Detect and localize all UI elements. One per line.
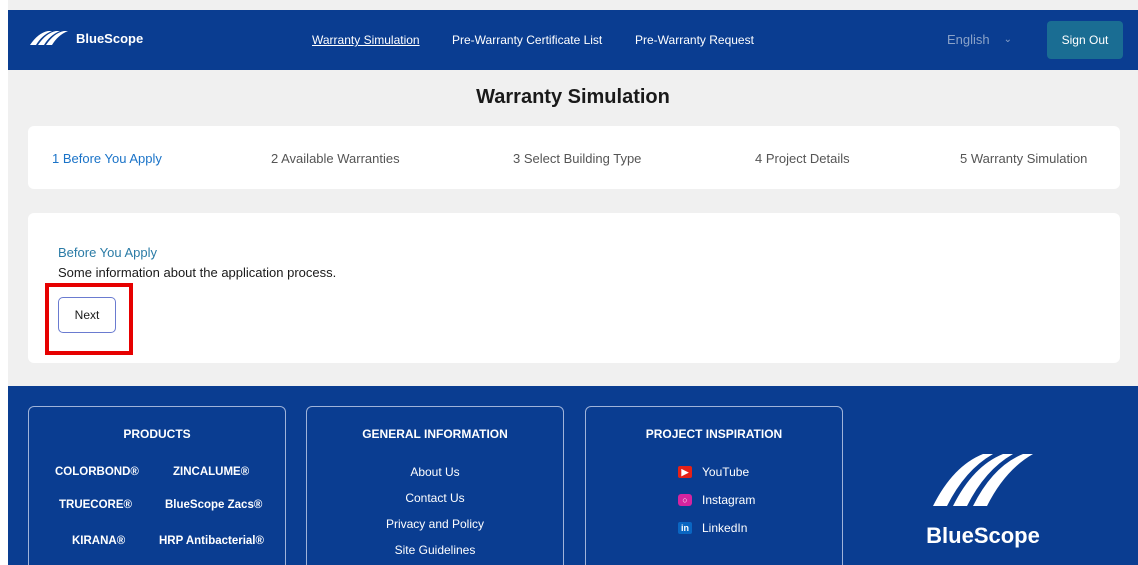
nav-pre-warranty-certificate-list[interactable]: Pre-Warranty Certificate List <box>452 33 602 47</box>
step-available-warranties[interactable]: 2 Available Warranties <box>271 151 400 166</box>
footer-general-information: GENERAL INFORMATION About Us Contact Us … <box>306 406 564 565</box>
linkedin-link[interactable]: in LinkedIn <box>678 521 747 535</box>
section-heading: Before You Apply <box>58 245 158 260</box>
product-link[interactable]: KIRANA® <box>72 535 125 547</box>
site-guidelines-link[interactable]: Site Guidelines <box>307 543 563 557</box>
product-link[interactable]: COLORBOND® <box>55 466 139 478</box>
step-warranty-simulation[interactable]: 5 Warranty Simulation <box>960 151 1087 166</box>
general-info-heading: GENERAL INFORMATION <box>362 427 508 441</box>
progress-stepper: 1 Before You Apply 2 Available Warrantie… <box>28 126 1120 189</box>
linkedin-icon: in <box>678 522 692 534</box>
brand-logo[interactable]: BlueScope <box>28 29 143 47</box>
chevron-down-icon: ⌄ <box>1003 34 1013 45</box>
product-link[interactable]: BlueScope Zacs® <box>165 499 262 511</box>
contact-us-link[interactable]: Contact Us <box>307 491 563 505</box>
language-label: English <box>947 32 990 47</box>
project-inspiration-heading: PROJECT INSPIRATION <box>645 427 783 441</box>
footer-brand-name: BlueScope <box>926 523 1040 548</box>
youtube-link[interactable]: ▶ YouTube <box>678 465 749 479</box>
page-title: Warranty Simulation <box>476 86 670 108</box>
brand-name: BlueScope <box>76 30 144 46</box>
product-link[interactable]: TRUECORE® <box>59 499 132 511</box>
page: BlueScope Warranty Simulation Pre-Warran… <box>8 0 1138 565</box>
footer-project-inspiration: PROJECT INSPIRATION ▶ YouTube ○ Instagra… <box>585 406 843 565</box>
footer: PRODUCTS COLORBOND® ZINCALUME® TRUECORE®… <box>8 386 1138 565</box>
next-button[interactable]: Next <box>58 297 116 333</box>
step-content-card: Before You Apply Some information about … <box>28 213 1120 363</box>
step-before-you-apply[interactable]: 1 Before You Apply <box>52 151 162 166</box>
section-description: Some information about the application p… <box>58 265 337 280</box>
step-project-details[interactable]: 4 Project Details <box>755 151 850 166</box>
products-heading: PRODUCTS <box>123 427 191 441</box>
instagram-icon: ○ <box>678 494 692 506</box>
footer-brand-logo: BlueScope <box>908 446 1058 549</box>
instagram-link[interactable]: ○ Instagram <box>678 493 755 507</box>
nav-pre-warranty-request[interactable]: Pre-Warranty Request <box>635 33 754 47</box>
product-link[interactable]: HRP Antibacterial® <box>159 535 264 547</box>
top-navbar: BlueScope Warranty Simulation Pre-Warran… <box>8 10 1138 70</box>
footer-products: PRODUCTS COLORBOND® ZINCALUME® TRUECORE®… <box>28 406 286 565</box>
bluescope-logo-icon <box>933 454 1033 506</box>
sign-out-button[interactable]: Sign Out <box>1047 21 1123 59</box>
about-us-link[interactable]: About Us <box>307 465 563 479</box>
step-select-building-type[interactable]: 3 Select Building Type <box>513 151 641 166</box>
bluescope-logo-icon <box>30 31 68 45</box>
nav-warranty-simulation[interactable]: Warranty Simulation <box>312 33 420 47</box>
language-select[interactable]: English ⌄ <box>947 32 1012 47</box>
product-link[interactable]: ZINCALUME® <box>173 466 249 478</box>
youtube-icon: ▶ <box>678 466 692 478</box>
privacy-policy-link[interactable]: Privacy and Policy <box>307 517 563 531</box>
